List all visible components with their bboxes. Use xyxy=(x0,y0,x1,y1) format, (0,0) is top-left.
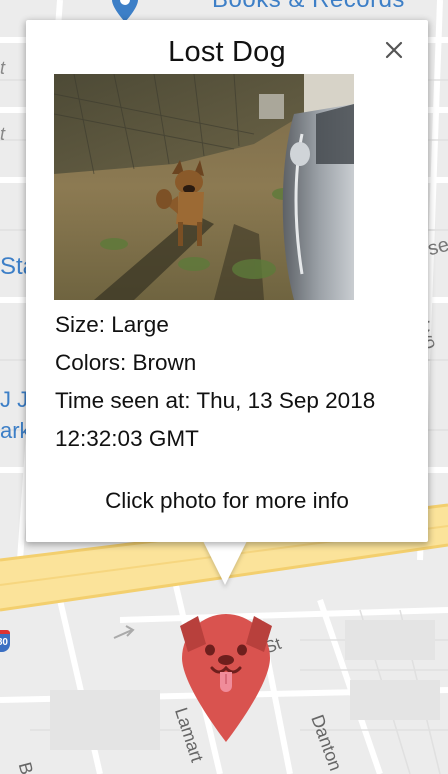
info-window-tail xyxy=(203,541,247,585)
time-row: Time seen at: Thu, 13 Sep 2018 12:32:03 … xyxy=(55,382,405,458)
dog-details: Size: Large Colors: Brown Time seen at: … xyxy=(55,306,405,458)
size-label: Size: xyxy=(55,312,106,337)
map[interactable]: Books & Records t t Sta J Jo ark se Lyo … xyxy=(0,0,448,774)
close-icon[interactable] xyxy=(382,38,406,62)
size-row: Size: Large xyxy=(55,306,405,344)
dog-face-marker-icon[interactable] xyxy=(176,614,276,744)
colors-label: Colors: xyxy=(55,350,127,375)
colors-row: Colors: Brown xyxy=(55,344,405,382)
info-window-title: Lost Dog xyxy=(168,36,286,68)
dog-photo-image xyxy=(54,74,354,300)
more-info-hint: Click photo for more info xyxy=(105,488,349,513)
dog-photo[interactable] xyxy=(54,74,354,300)
colors-value: Brown xyxy=(126,350,197,375)
size-value: Large xyxy=(105,312,169,337)
time-label: Time seen at: xyxy=(55,388,191,413)
info-window: Lost Dog Size: Large Colors: Brown Time … xyxy=(26,20,428,542)
